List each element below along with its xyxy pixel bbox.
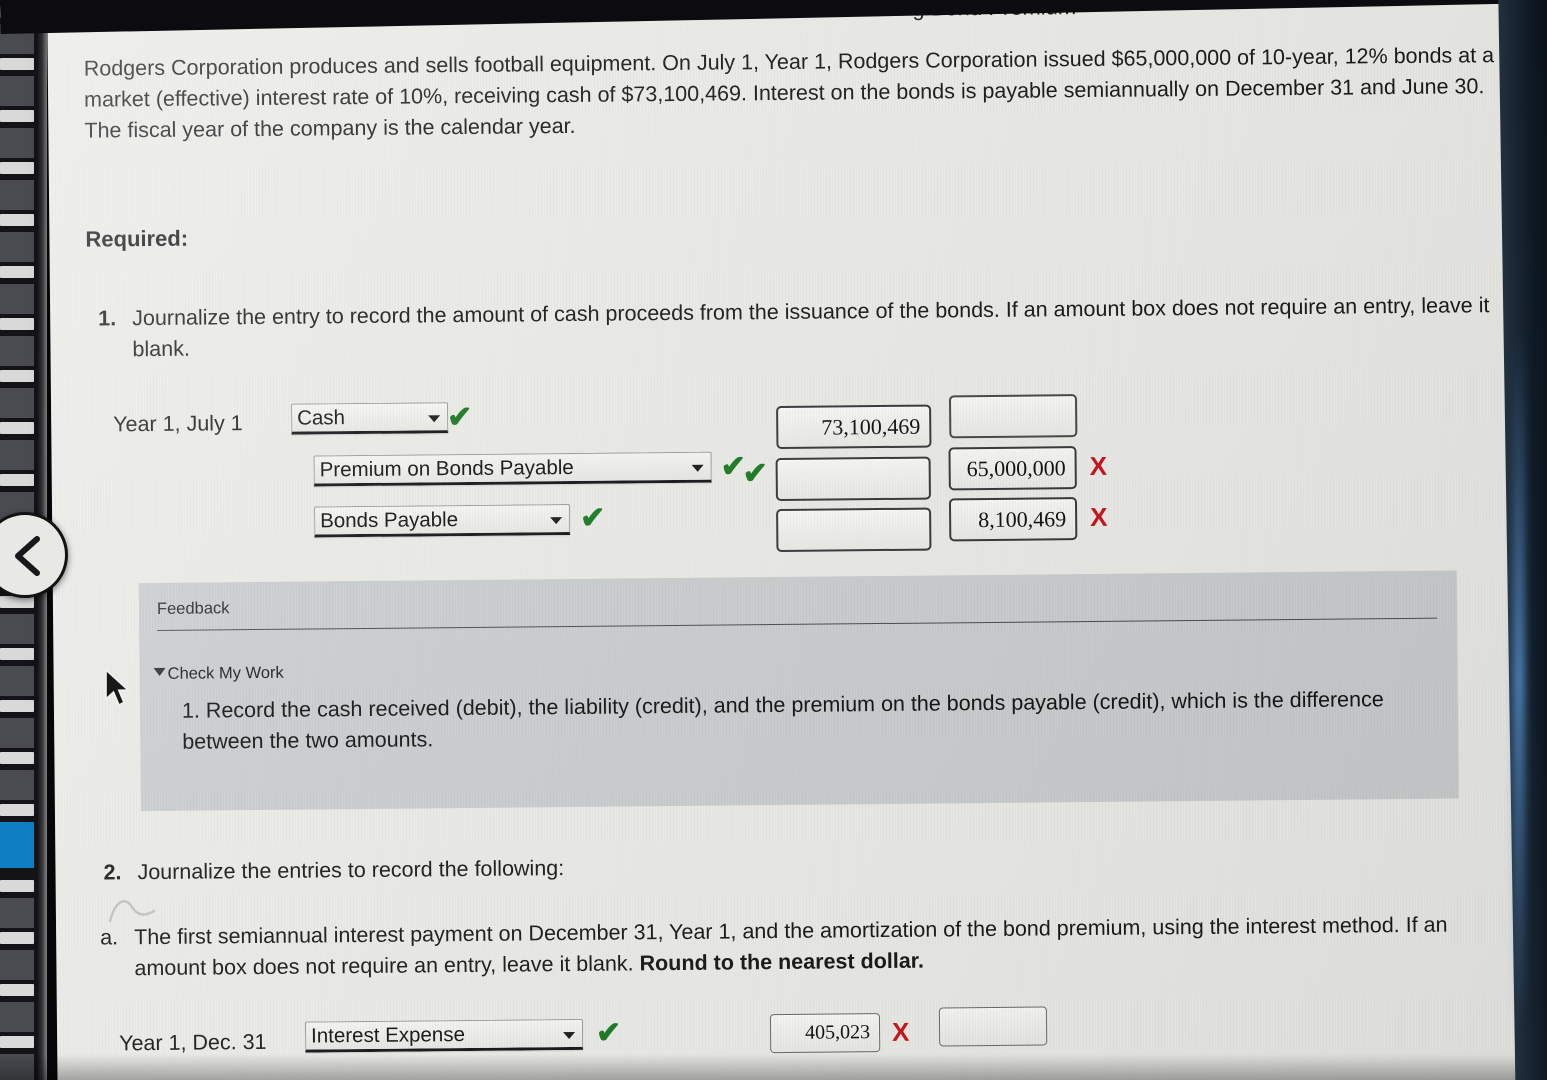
- required-heading: Required:: [85, 225, 189, 252]
- nav-strip-segment[interactable]: [0, 804, 34, 816]
- nav-strip-segment[interactable]: [0, 666, 34, 696]
- requirement-2a-letter: a.: [100, 925, 119, 950]
- nav-strip-segment[interactable]: [0, 162, 34, 174]
- nav-strip-segment[interactable]: [0, 214, 34, 226]
- chevron-down-icon: [563, 1031, 576, 1039]
- nav-strip-segment[interactable]: [0, 1054, 34, 1080]
- chevron-down-icon: [691, 464, 704, 472]
- journal-1-debit-input-0[interactable]: 73,100,469: [776, 404, 932, 450]
- journal-1-debit-input-2[interactable]: [776, 507, 932, 553]
- requirement-2a-emphasis: Round to the nearest dollar.: [639, 948, 924, 976]
- feedback-body-text: 1. Record the cash received (debit), the…: [181, 687, 1384, 754]
- journal-1-credit-mark-2: X: [1090, 501, 1108, 533]
- nav-strip-segment[interactable]: [0, 370, 34, 382]
- feedback-panel: Feedback Check My Work 1. Record the cas…: [138, 570, 1459, 812]
- nav-strip-segment[interactable]: [0, 1036, 34, 1048]
- nav-strip-segment[interactable]: [0, 950, 34, 980]
- nav-strip-segment[interactable]: [0, 822, 34, 868]
- journal-1-credit-input-1[interactable]: 65,000,000: [948, 446, 1077, 491]
- nav-strip-segment[interactable]: [0, 128, 34, 158]
- requirement-2-number: 2.: [103, 860, 122, 885]
- nav-strip-segment[interactable]: [0, 648, 34, 660]
- journal-1-account-mark-0: ✔: [447, 400, 473, 435]
- nav-strip-segment[interactable]: [0, 318, 34, 330]
- pencil-squiggle-mark: [108, 900, 156, 923]
- bezel-reflection: [1513, 330, 1525, 1030]
- journal-1-account-select-2[interactable]: Bonds Payable: [314, 504, 571, 538]
- journal-2-debit-mark-0: X: [891, 1016, 910, 1047]
- photographed-screen: Bond Premium, Entries for Bonds Payable …: [0, 0, 1547, 1080]
- journal-1-account-select-1[interactable]: Premium on Bonds Payable: [313, 451, 712, 487]
- journal-1-account-select-0[interactable]: Cash: [291, 402, 449, 435]
- nav-strip-segment[interactable]: [0, 266, 34, 278]
- feedback-divider: [157, 617, 1438, 631]
- journal-1-account-value-0: Cash: [297, 406, 346, 430]
- journal-1-credit-value-2: 8,100,469: [978, 506, 1067, 532]
- journal-1-debit-input-1[interactable]: [775, 456, 931, 502]
- journal-1-account-value-2: Bonds Payable: [320, 508, 459, 533]
- nav-strip-segment[interactable]: [0, 76, 34, 106]
- journal-1-account-value-1: Premium on Bonds Payable: [319, 455, 574, 482]
- chevron-left-icon: [15, 536, 40, 576]
- nav-strip-segment[interactable]: [0, 752, 34, 764]
- nav-strip-segment[interactable]: [0, 932, 34, 944]
- nav-strip-segment[interactable]: [0, 1002, 34, 1032]
- journal-1-credit-input-2[interactable]: 8,100,469: [948, 497, 1078, 542]
- mouse-cursor: [105, 668, 130, 707]
- triangle-collapse-icon[interactable]: [153, 667, 166, 677]
- assignment-page: Bond Premium, Entries for Bonds Payable …: [47, 0, 1530, 1080]
- journal-2-credit-input-0[interactable]: [938, 1006, 1048, 1047]
- chevron-down-icon: [428, 414, 441, 422]
- nav-strip-segment[interactable]: [0, 110, 34, 122]
- journal-2-debit-value-0: 405,023: [804, 1021, 871, 1045]
- journal-2-date: Year 1, Dec. 31: [119, 1029, 267, 1056]
- chevron-down-icon: [550, 516, 563, 524]
- nav-strip-segment[interactable]: [0, 388, 34, 418]
- journal-2-debit-input-0[interactable]: 405,023: [769, 1013, 881, 1054]
- nav-strip-segment[interactable]: [0, 336, 34, 366]
- nav-strip-segment[interactable]: [0, 614, 34, 644]
- journal-1-credit-value-1: 65,000,000: [966, 455, 1066, 481]
- nav-strip-segment[interactable]: [0, 718, 34, 748]
- nav-strip-segment[interactable]: [0, 284, 34, 314]
- nav-strip-segment[interactable]: [0, 180, 34, 210]
- journal-1-debit-mark-1: ✔: [742, 457, 769, 491]
- journal-2-account-mark-0: ✔: [595, 1016, 622, 1050]
- nav-strip-segment[interactable]: [0, 474, 34, 486]
- nav-strip-segment[interactable]: [0, 440, 34, 470]
- intro-paragraph: Rodgers Corporation produces and sells f…: [83, 43, 1495, 143]
- nav-strip-segment[interactable]: [0, 770, 34, 800]
- check-my-work-label[interactable]: Check My Work: [167, 661, 284, 687]
- requirement-1-number: 1.: [98, 306, 117, 331]
- nav-strip-segment[interactable]: [0, 422, 34, 434]
- journal-2-account-value-0: Interest Expense: [310, 1022, 466, 1048]
- requirement-2-text: Journalize the entries to record the fol…: [137, 856, 565, 885]
- nav-strip-segment[interactable]: [0, 898, 34, 928]
- journal-1-date: Year 1, July 1: [113, 411, 243, 437]
- journal-1-credit-input-0[interactable]: [948, 394, 1078, 439]
- nav-strip-segment[interactable]: [0, 880, 34, 892]
- journal-1-credit-mark-1: X: [1089, 450, 1108, 482]
- requirement-2a-text: The first semiannual interest payment on…: [134, 909, 1517, 984]
- nav-strip-segment[interactable]: [0, 700, 34, 712]
- feedback-title: Feedback: [156, 599, 230, 618]
- nav-strip-segment[interactable]: [0, 58, 34, 70]
- nav-strip-segment[interactable]: [0, 984, 34, 996]
- journal-2-account-select-0[interactable]: Interest Expense: [304, 1018, 584, 1053]
- nav-strip-segment[interactable]: [0, 232, 34, 262]
- journal-1-account-mark-2: ✔: [579, 501, 606, 535]
- journal-1-debit-value-0: 73,100,469: [821, 413, 921, 440]
- requirement-1-text: Journalize the entry to record the amoun…: [132, 293, 1490, 362]
